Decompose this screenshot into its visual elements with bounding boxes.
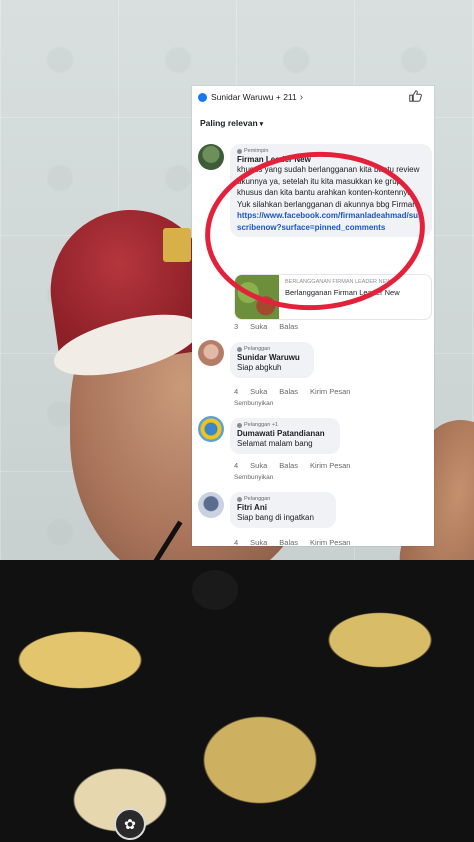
like-button[interactable]: Suka <box>250 538 267 546</box>
badge-icon <box>237 148 242 154</box>
reply-button[interactable]: Balas <box>279 387 298 396</box>
comment-author[interactable]: Dumawati Patandianan <box>237 429 333 438</box>
comment-actions: 4 Suka Balas Kirim Pesan <box>234 461 350 470</box>
reactions-row[interactable]: Sunidar Waruwu + 211 › <box>192 86 434 108</box>
sort-filter-label: Paling relevan <box>200 118 258 128</box>
comment-author[interactable]: Sunidar Waruwu <box>237 353 307 362</box>
comment-actions: 4 Suka Balas Kirim Pesan <box>234 387 350 396</box>
comment-text: Siap abgkuh <box>237 363 282 372</box>
comment-bubble: Pelanggan Fitri Ani Siap bang di ingatka… <box>230 492 336 528</box>
comment-actions: 4 Suka Balas Kirim Pesan <box>234 538 350 546</box>
patterned-shirt <box>0 560 474 842</box>
avatar[interactable] <box>198 416 224 442</box>
comment: Pelanggan Fitri Ani Siap bang di ingatka… <box>198 492 434 546</box>
message-button[interactable]: Kirim Pesan <box>310 461 350 470</box>
reply-button[interactable]: Balas <box>279 461 298 470</box>
reaction-icon <box>198 92 207 102</box>
comment-actions: 3 Suka Balas <box>234 322 298 331</box>
comment-tag: Pelanggan <box>237 346 307 352</box>
comment-tag: Pelanggan <box>237 496 329 502</box>
avatar[interactable] <box>198 492 224 518</box>
reply-button[interactable]: Balas <box>279 322 298 331</box>
badge-icon <box>237 346 242 352</box>
comment-text: Siap bang di ingatkan <box>237 513 314 522</box>
message-button[interactable]: Kirim Pesan <box>310 387 350 396</box>
like-button[interactable]: Suka <box>250 461 267 470</box>
reply-count: 4 <box>234 461 239 470</box>
reply-button[interactable]: Balas <box>279 538 298 546</box>
badge-icon <box>237 496 242 502</box>
comment-bubble: Pelanggan +1 Dumawati Patandianan Selama… <box>230 418 340 454</box>
like-button[interactable]: Suka <box>250 387 267 396</box>
message-button[interactable]: Kirim Pesan <box>310 538 350 546</box>
reply-count: 4 <box>234 387 239 396</box>
hide-button[interactable]: Sembunyikan <box>234 400 273 407</box>
comment: Pelanggan Sunidar Waruwu Siap abgkuh 4 S… <box>198 340 434 410</box>
hide-button[interactable]: Sembunyikan <box>234 474 273 481</box>
watermark-logo-icon: ✿ <box>114 808 146 840</box>
thumbs-up-icon[interactable] <box>408 89 422 103</box>
like-button[interactable]: Suka <box>250 322 267 331</box>
cap-badge <box>163 228 191 262</box>
comment: Pelanggan +1 Dumawati Patandianan Selama… <box>198 416 434 486</box>
comment-author[interactable]: Fitri Ani <box>237 503 329 512</box>
comment-bubble: Pelanggan Sunidar Waruwu Siap abgkuh <box>230 342 314 378</box>
avatar[interactable] <box>198 144 224 170</box>
reply-count: 4 <box>234 538 239 546</box>
sort-filter[interactable]: Paling relevan ▾ <box>192 118 434 128</box>
chevron-right-icon: › <box>299 91 304 103</box>
caret-down-icon: ▾ <box>259 121 264 128</box>
comment-text: Selamat malam bang <box>237 439 313 448</box>
avatar[interactable] <box>198 340 224 366</box>
headset-mic <box>192 570 238 610</box>
comment-tag: Pelanggan +1 <box>237 422 333 428</box>
reactions-text: Sunidar Waruwu + 211 <box>211 92 297 102</box>
badge-icon <box>237 422 242 428</box>
reply-count: 3 <box>234 322 239 331</box>
